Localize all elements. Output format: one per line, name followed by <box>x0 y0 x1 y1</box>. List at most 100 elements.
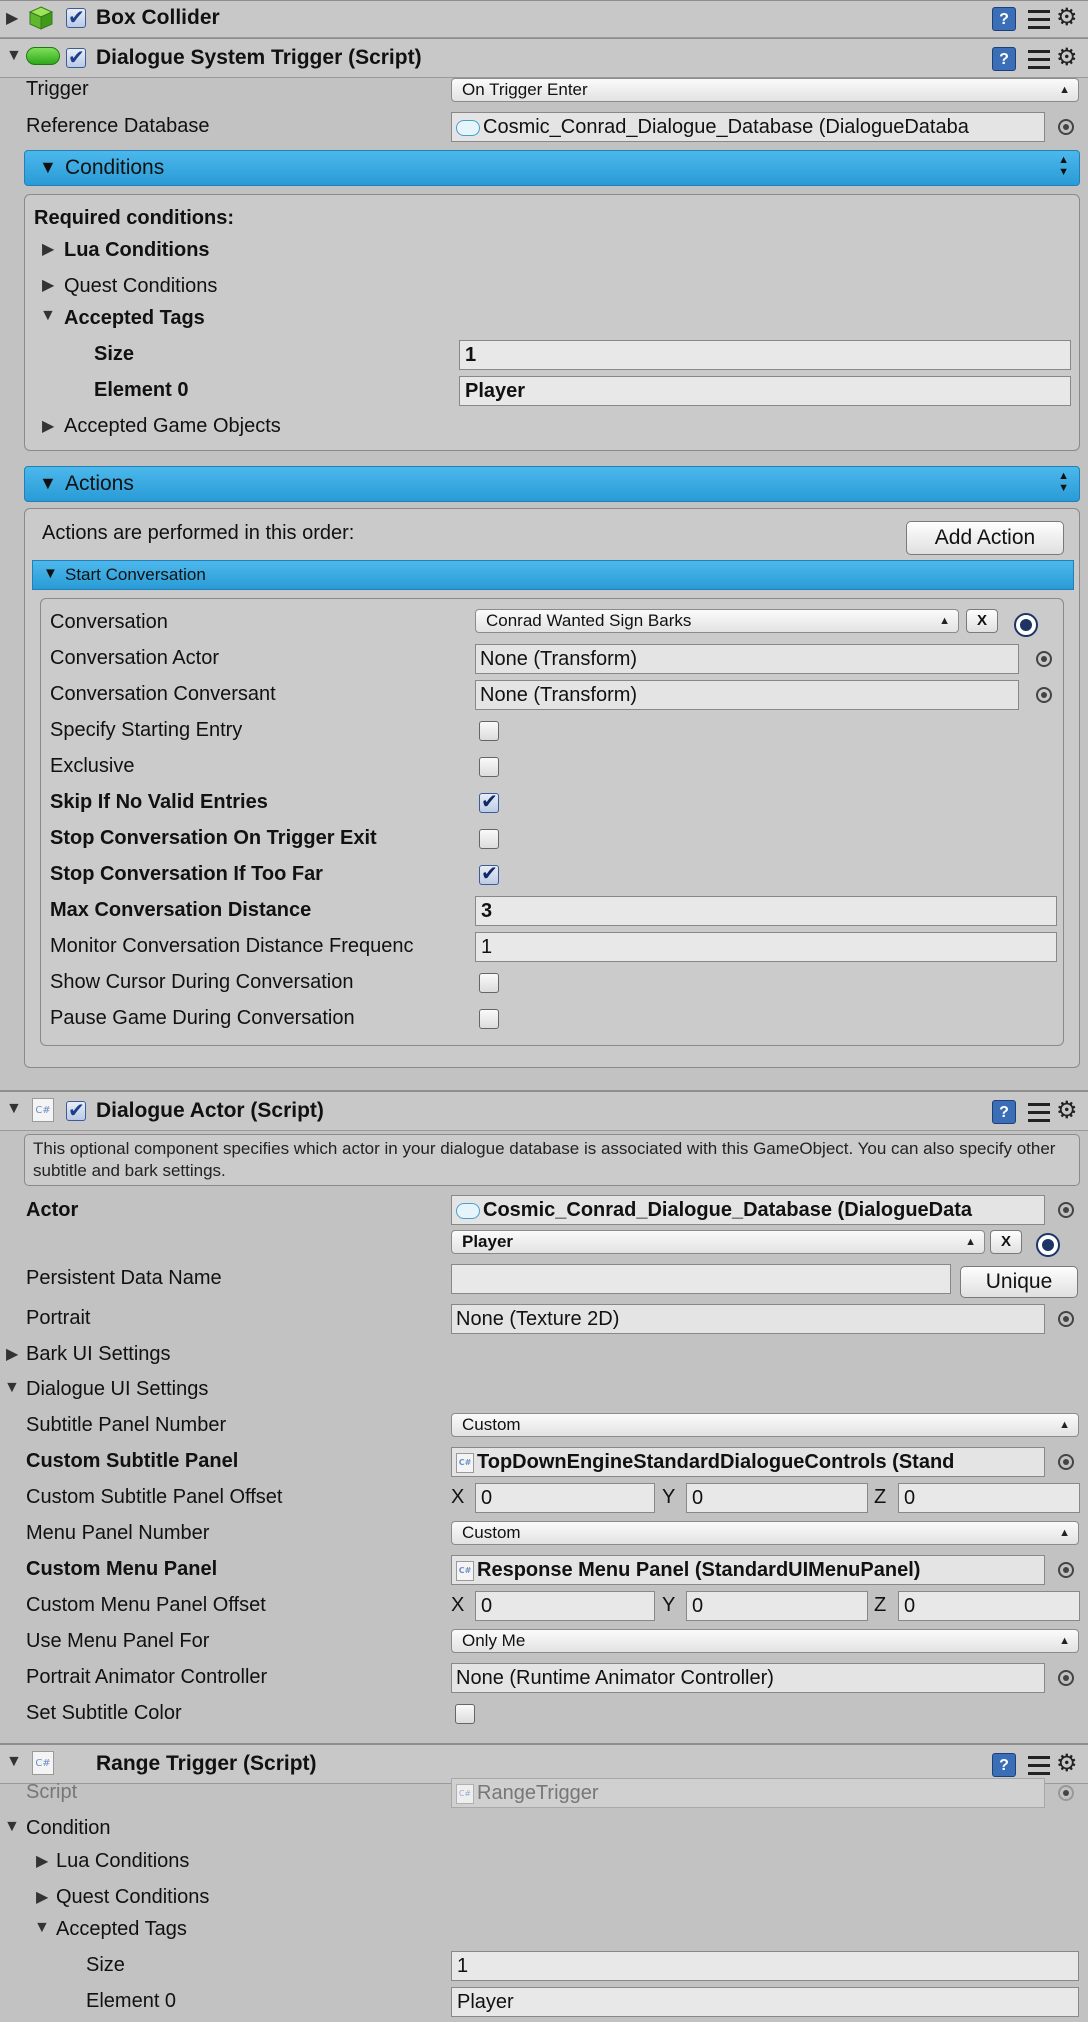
set-subtitle-color-checkbox[interactable] <box>455 1704 475 1724</box>
fold-triangle-icon[interactable]: ▶ <box>42 239 54 259</box>
menu-offset-y-field[interactable]: 0 <box>686 1591 868 1621</box>
skip-if-no-valid-entries-checkbox[interactable] <box>479 789 499 813</box>
gear-icon[interactable]: ⚙ <box>1056 3 1078 31</box>
conversation-conversant-field[interactable]: None (Transform) <box>475 680 1019 710</box>
lua-conditions-foldout[interactable]: Lua Conditions <box>64 239 210 262</box>
unique-button[interactable]: Unique <box>960 1266 1078 1298</box>
fold-triangle-icon[interactable]: ▶ <box>36 1851 48 1871</box>
custom-menu-panel-field[interactable]: C# Response Menu Panel (StandardUIMenuPan… <box>451 1555 1045 1585</box>
fold-triangle-icon[interactable]: ▼ <box>6 1753 22 1771</box>
menu-panel-number-dropdown[interactable]: Custom ▲ <box>451 1521 1079 1545</box>
trigger-dropdown[interactable]: On Trigger Enter ▲ <box>451 78 1079 102</box>
box-collider-header[interactable]: ▶ Box Collider ? ⚙ <box>0 0 1088 38</box>
help-icon[interactable]: ? <box>992 1100 1016 1124</box>
start-conversation-foldout[interactable]: ▼ Start Conversation <box>32 560 1074 590</box>
persistent-data-name-label: Persistent Data Name <box>26 1267 222 1289</box>
gear-icon[interactable]: ⚙ <box>1056 1096 1078 1124</box>
object-picker-icon[interactable] <box>1058 119 1074 135</box>
element0-field[interactable]: Player <box>451 1987 1079 2017</box>
element0-field[interactable]: Player <box>459 376 1071 406</box>
help-icon[interactable]: ? <box>992 7 1016 31</box>
add-action-button[interactable]: Add Action <box>906 521 1064 555</box>
size-label: Size <box>86 1954 125 1976</box>
gear-icon[interactable]: ⚙ <box>1056 43 1078 71</box>
subtitle-panel-number-dropdown[interactable]: Custom ▲ <box>451 1413 1079 1437</box>
object-picker-icon[interactable] <box>1058 1562 1074 1578</box>
max-distance-field[interactable]: 3 <box>475 896 1057 926</box>
dialogue-system-trigger-header[interactable]: ▼ Dialogue System Trigger (Script) ? ⚙ <box>0 38 1088 78</box>
conversation-dropdown[interactable]: Conrad Wanted Sign Barks ▲ <box>475 609 959 633</box>
condition-foldout[interactable]: Condition <box>26 1817 111 1840</box>
actions-foldout[interactable]: ▼ Actions ▲ ▼ <box>24 466 1080 502</box>
gear-icon[interactable]: ⚙ <box>1056 1749 1078 1777</box>
lua-conditions-foldout[interactable]: Lua Conditions <box>56 1850 189 1873</box>
fold-triangle-icon[interactable]: ▶ <box>42 275 54 295</box>
fold-triangle-icon[interactable]: ▼ <box>40 307 56 325</box>
specify-starting-entry-checkbox[interactable] <box>479 721 499 741</box>
custom-subtitle-panel-field[interactable]: C# TopDownEngineStandardDialogueControls … <box>451 1447 1045 1477</box>
object-picker-icon[interactable] <box>1058 1202 1074 1218</box>
quest-conditions-foldout[interactable]: Quest Conditions <box>64 275 217 298</box>
persistent-data-name-field[interactable] <box>451 1264 951 1294</box>
fold-triangle-icon[interactable]: ▼ <box>34 1919 50 1937</box>
reference-database-field[interactable]: Cosmic_Conrad_Dialogue_Database (Dialogu… <box>451 112 1045 142</box>
show-cursor-checkbox[interactable] <box>479 973 499 993</box>
fold-triangle-icon[interactable]: ▼ <box>4 1818 20 1836</box>
help-icon[interactable]: ? <box>992 47 1016 71</box>
dialogue-ui-settings-foldout[interactable]: Dialogue UI Settings <box>26 1378 208 1401</box>
preset-icon[interactable] <box>1028 1100 1050 1124</box>
fold-triangle-icon[interactable]: ▶ <box>36 1887 48 1907</box>
conversation-picker-icon[interactable] <box>1014 613 1038 637</box>
pause-game-checkbox[interactable] <box>479 1009 499 1029</box>
size-field[interactable]: 1 <box>459 340 1071 370</box>
accepted-tags-foldout[interactable]: Accepted Tags <box>64 307 205 330</box>
preset-icon[interactable] <box>1028 47 1050 71</box>
portrait-animator-field[interactable]: None (Runtime Animator Controller) <box>451 1663 1045 1693</box>
dialogue-actor-header[interactable]: ▼ C# Dialogue Actor (Script) ? ⚙ <box>0 1092 1088 1131</box>
actor-dropdown[interactable]: Player ▲ <box>451 1230 985 1254</box>
size-field[interactable]: 1 <box>451 1951 1079 1981</box>
actions-header: Actions <box>65 472 134 495</box>
quest-conditions-foldout[interactable]: Quest Conditions <box>56 1886 209 1909</box>
box-collider-enabled-checkbox[interactable] <box>66 5 86 29</box>
actor-database-field[interactable]: Cosmic_Conrad_Dialogue_Database (Dialogu… <box>451 1195 1045 1225</box>
subtitle-offset-x-field[interactable]: 0 <box>475 1483 655 1513</box>
fold-triangle-icon[interactable]: ▼ <box>6 47 22 65</box>
preset-icon[interactable] <box>1028 7 1050 31</box>
object-picker-icon[interactable] <box>1058 1311 1074 1327</box>
fold-triangle-icon[interactable]: ▶ <box>6 8 18 28</box>
fold-triangle-icon[interactable]: ▶ <box>6 1344 18 1364</box>
preset-icon[interactable] <box>1028 1753 1050 1777</box>
fold-triangle-icon[interactable]: ▼ <box>6 1100 22 1118</box>
object-picker-icon[interactable] <box>1058 1670 1074 1686</box>
menu-offset-x-field[interactable]: 0 <box>475 1591 655 1621</box>
subtitle-offset-z-field[interactable]: 0 <box>898 1483 1080 1513</box>
dialogue-system-trigger-enabled-checkbox[interactable] <box>66 45 86 69</box>
use-menu-panel-for-dropdown[interactable]: Only Me ▲ <box>451 1629 1079 1653</box>
size-label: Size <box>94 343 135 365</box>
conditions-foldout[interactable]: ▼ Conditions ▲ ▼ <box>24 150 1080 186</box>
clear-actor-button[interactable]: X <box>990 1230 1022 1254</box>
reference-database-value: Cosmic_Conrad_Dialogue_Database (Dialogu… <box>483 116 969 138</box>
stop-if-too-far-checkbox[interactable] <box>479 861 499 885</box>
fold-triangle-icon[interactable]: ▶ <box>42 416 54 436</box>
accepted-game-objects-foldout[interactable]: Accepted Game Objects <box>64 415 281 438</box>
menu-offset-z-field[interactable]: 0 <box>898 1591 1080 1621</box>
stop-on-trigger-exit-checkbox[interactable] <box>479 829 499 849</box>
accepted-tags-foldout[interactable]: Accepted Tags <box>56 1918 187 1941</box>
monitor-frequency-field[interactable]: 1 <box>475 932 1057 962</box>
help-icon[interactable]: ? <box>992 1753 1016 1777</box>
portrait-field[interactable]: None (Texture 2D) <box>451 1304 1045 1334</box>
bark-ui-settings-foldout[interactable]: Bark UI Settings <box>26 1343 171 1366</box>
exclusive-checkbox[interactable] <box>479 757 499 777</box>
subtitle-offset-y-field[interactable]: 0 <box>686 1483 868 1513</box>
fold-triangle-icon[interactable]: ▼ <box>4 1379 20 1397</box>
object-picker-icon[interactable] <box>1036 651 1052 667</box>
object-picker-icon[interactable] <box>1058 1454 1074 1470</box>
clear-conversation-button[interactable]: X <box>966 609 998 633</box>
actor-picker-icon[interactable] <box>1036 1233 1060 1257</box>
object-picker-icon[interactable] <box>1036 687 1052 703</box>
dialogue-actor-enabled-checkbox[interactable] <box>66 1098 86 1122</box>
conversation-actor-field[interactable]: None (Transform) <box>475 644 1019 674</box>
offset-x-label: X <box>451 1486 465 1508</box>
